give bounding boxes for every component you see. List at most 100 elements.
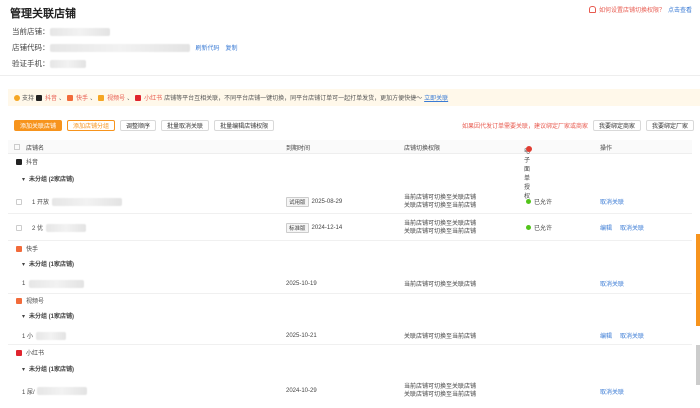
batch-edit-permission-button[interactable]: 批量编辑店铺权限 xyxy=(214,120,275,131)
store-name: 1 xyxy=(22,280,26,287)
group-row[interactable]: 未分组 (1家店铺) xyxy=(8,259,692,271)
switch-permission-2: 关联店铺可切换至当前店铺 xyxy=(404,228,477,235)
store-name: 2 优 xyxy=(32,226,44,232)
allowed-dot-icon xyxy=(526,225,531,230)
platform-header-douyin: 抖音 xyxy=(8,157,692,167)
scrollbar[interactable] xyxy=(696,345,700,385)
shipinhao-icon xyxy=(16,297,22,304)
table-row: 1 2025-10-19 当前店铺可切换至关联店铺 取消关联 xyxy=(8,274,692,294)
switch-permission-1: 当前店铺可切换至关联店铺 xyxy=(404,384,477,390)
table-row: 2 优 标准版 2024-12-14 当前店铺可切换至关联店铺 关联店铺可切换至当前… xyxy=(8,215,692,241)
expire-date: 2025-10-21 xyxy=(286,332,317,339)
verify-phone-label: 验证手机： xyxy=(12,59,50,68)
current-store-info: 当前店铺： xyxy=(12,26,110,37)
store-name-blur xyxy=(29,279,85,288)
switch-permission-1: 当前店铺可切换至关联店铺 xyxy=(404,220,477,227)
group-label: 未分组 (2家店铺) xyxy=(8,174,692,183)
question-icon xyxy=(526,146,532,152)
add-group-button[interactable]: 添加店铺分组 xyxy=(67,120,116,131)
group-label: 未分组 (1家店铺) xyxy=(8,259,692,268)
store-code-label: 店铺代码： xyxy=(12,43,50,52)
platform-header-kuaishou: 快手 xyxy=(8,244,692,254)
bind-warning: 如果因代发订单需要关联，建议绑定厂家或商家 xyxy=(461,124,588,130)
group-row[interactable]: 未分组 (1家店铺) xyxy=(8,311,692,323)
expire-date: 2024-12-14 xyxy=(311,224,343,231)
bind-merchant-button[interactable]: 我要绑定商家 xyxy=(592,120,641,131)
expire-date: 2025-10-19 xyxy=(286,280,317,287)
page-title: 管理关联店铺 xyxy=(10,8,76,20)
auth-status: 已允许 xyxy=(534,226,553,232)
cancel-link-button[interactable]: 取消关联 xyxy=(600,387,624,396)
row-checkbox[interactable] xyxy=(16,225,22,231)
notice-bar: 支持 抖音、 快手、 视频号、 小红书 店铺等平台互相关联，不同平台店铺一键切换… xyxy=(8,89,700,106)
notice-platform-kuaishou: 快手 xyxy=(76,96,89,102)
edit-link-button[interactable]: 编辑 xyxy=(600,331,612,340)
col-store-name: 店铺名 xyxy=(26,146,45,152)
store-name-blur xyxy=(36,387,87,395)
bind-factory-button[interactable]: 我要绑定厂家 xyxy=(645,120,694,131)
platform-name: 快手 xyxy=(26,247,39,253)
row-checkbox[interactable] xyxy=(16,199,22,205)
add-store-button[interactable]: 添加关联店铺 xyxy=(14,120,63,131)
cancel-link-button[interactable]: 取消关联 xyxy=(600,279,624,288)
table-row: 1 尿/ 2024-10-29 当前店铺可切换至关联店铺 关联店铺可切换至当前店铺… xyxy=(8,380,692,402)
switch-permission-2: 关联店铺可切换至当前店铺 xyxy=(404,202,477,209)
bell-icon xyxy=(588,6,596,13)
notice-platform-douyin: 抖音 xyxy=(45,96,58,102)
version-tag: 试用版 xyxy=(286,196,309,207)
side-float-tab[interactable] xyxy=(696,234,700,326)
current-store-label: 当前店铺： xyxy=(12,27,50,36)
help-link[interactable]: 点击查看 xyxy=(668,5,692,14)
platform-name: 视频号 xyxy=(26,299,45,305)
switch-permission-1: 当前店铺可切换至关联店铺 xyxy=(404,194,477,201)
shipinhao-icon xyxy=(98,94,105,101)
copy-link[interactable]: 复制 xyxy=(226,43,238,52)
auth-status: 已允许 xyxy=(534,200,553,206)
platform-name: 小红书 xyxy=(26,351,45,357)
col-switch-permission: 店铺切换权限 xyxy=(404,146,441,152)
table-row: 1 开放 试用版 2025-08-29 当前店铺可切换至关联店铺 关联店铺可切换至当… xyxy=(8,190,692,214)
select-all-checkbox[interactable] xyxy=(14,144,20,150)
switch-permission-2: 关联店铺可切换至当前店铺 xyxy=(404,392,477,398)
notice-platform-shipinhao: 视频号 xyxy=(107,96,126,102)
store-name-blur xyxy=(52,197,123,206)
adjust-order-button[interactable]: 调整顺序 xyxy=(120,120,157,131)
douyin-icon xyxy=(36,94,43,101)
platform-name: 抖音 xyxy=(26,160,39,166)
table-row: 1 小 2025-10-21 关联店铺可切换至当前店铺 编辑 取消关联 xyxy=(8,327,692,345)
notice-platform-xiaohongshu: 小红书 xyxy=(144,96,163,102)
group-row[interactable]: 未分组 (2家店铺) xyxy=(8,174,692,186)
store-name: 1 开放 xyxy=(32,200,50,206)
batch-cancel-button[interactable]: 批量取消关联 xyxy=(161,120,210,131)
switch-permission-1: 关联店铺可切换至当前店铺 xyxy=(404,334,477,340)
toolbar: 添加关联店铺 添加店铺分组 调整顺序 批量取消关联 批量编辑店铺权限 xyxy=(14,120,275,131)
toolbar-right: 如果因代发订单需要关联，建议绑定厂家或商家 我要绑定商家 我要绑定厂家 xyxy=(462,120,694,131)
store-name: 1 尿/ xyxy=(22,389,35,396)
edit-link-button[interactable]: 编辑 xyxy=(600,223,612,232)
expire-date: 2025-08-29 xyxy=(311,198,343,205)
store-code-info: 店铺代码： 刷新代码 复制 xyxy=(12,42,238,53)
douyin-icon xyxy=(16,158,22,165)
divider xyxy=(0,75,700,76)
cancel-link-button[interactable]: 取消关联 xyxy=(620,223,644,232)
group-label: 未分组 (1家店铺) xyxy=(8,364,692,373)
notice-prefix: 支持 xyxy=(22,96,35,102)
xiaohongshu-icon xyxy=(16,349,22,356)
help-tip[interactable]: 如何设置店铺切换权限？ 点击查看 xyxy=(588,5,692,14)
platform-header-xiaohongshu: 小红书 xyxy=(8,348,692,358)
cancel-link-button[interactable]: 取消关联 xyxy=(620,331,644,340)
version-tag: 标准版 xyxy=(286,222,309,233)
notice-text: 店铺等平台互相关联，不同平台店铺一键切换，同平台店铺订单可一起打单发货，更加方便… xyxy=(164,96,423,102)
platform-header-shipinhao: 视频号 xyxy=(8,296,692,306)
group-row[interactable]: 未分组 (1家店铺) xyxy=(8,364,692,376)
expire-date: 2024-10-29 xyxy=(286,388,317,394)
refresh-code-link[interactable]: 刷新代码 xyxy=(196,43,220,52)
col-expire: 到期时间 xyxy=(286,146,311,152)
verify-phone-info: 验证手机： xyxy=(12,58,86,69)
table-header: 店铺名 到期时间 店铺切换权限 电子面单授权 操作 xyxy=(8,140,692,200)
notice-link[interactable]: 立即关联 xyxy=(424,93,448,102)
allowed-dot-icon xyxy=(526,199,531,204)
info-icon xyxy=(14,94,20,101)
cancel-link-button[interactable]: 取消关联 xyxy=(600,197,624,206)
store-name-blur xyxy=(36,331,67,340)
